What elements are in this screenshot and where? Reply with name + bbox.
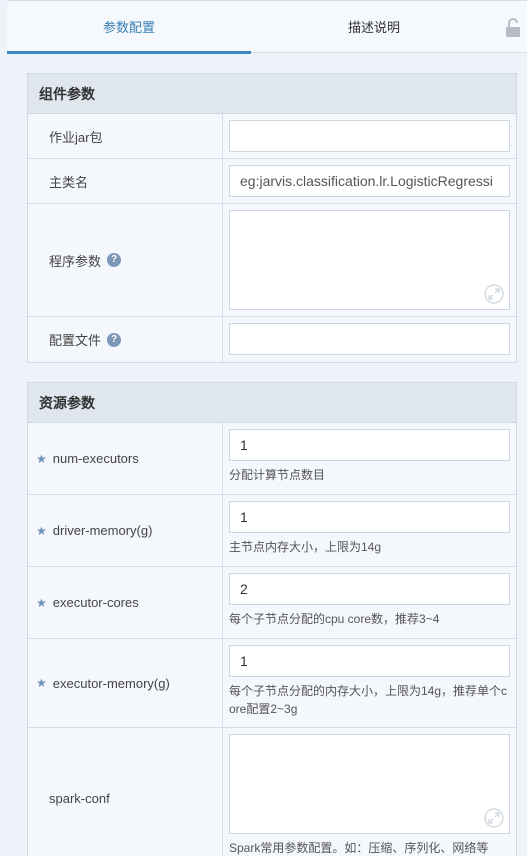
executor-memory-input[interactable]: 1 [229,645,510,677]
driver-memory-label: driver-memory(g) [52,523,153,538]
form-row-executor-memory: ★ executor-memory(g) 1 每个子节点分配的内存大小，上限为14… [28,639,516,728]
config-file-label: 配置文件 [49,333,102,348]
field-hint: Spark常用参数配置。如：压缩、序列化、网络等 [229,841,489,855]
config-file-input[interactable] [229,323,510,355]
resource-params-section: 资源参数 ★ num-executors 1 分配计算节点数目 ★ driver-m… [27,382,517,856]
unlock-icon[interactable] [505,18,521,38]
required-icon: ★ [36,523,47,538]
help-icon[interactable]: ? [107,332,122,347]
help-icon[interactable]: ? [107,253,122,267]
form-row-num-executors: ★ num-executors 1 分配计算节点数目 [28,423,516,495]
jar-label: 作业jar包 [49,129,103,145]
tab-bar: 参数配置 描述说明 [7,0,527,54]
num-executors-input[interactable]: 1 [229,429,510,461]
form-row-driver-memory: ★ driver-memory(g) 1 主节点内存大小，上限为14g [28,495,516,567]
required-icon: ★ [36,595,47,610]
form-row-program-args: 程序参数 ? [28,204,516,317]
form-row-config-file: 配置文件 ? [28,317,516,362]
field-hint: 主节点内存大小，上限为14g [229,540,382,554]
main-class-label: 主类名 [49,174,89,190]
required-icon: ★ [36,676,47,690]
form-row-spark-conf: spark-conf Spark常用参数配置。如：压缩、序列化、网络等 [28,728,516,856]
num-executors-label: num-executors [52,451,139,466]
executor-cores-input[interactable]: 2 [229,573,510,605]
program-args-textarea[interactable] [229,210,510,310]
tab-param-config[interactable]: 参数配置 [7,1,251,54]
expand-icon[interactable] [484,284,504,304]
spark-conf-label: spark-conf [49,790,110,806]
section-title: 资源参数 [28,383,516,423]
field-hint: 每个子节点分配的cpu core数，推荐3~4 [229,612,440,626]
spark-conf-textarea[interactable] [229,734,510,834]
jar-input[interactable] [229,120,510,152]
executor-cores-label: executor-cores [52,595,139,610]
executor-memory-label: executor-memory(g) [52,675,170,691]
required-icon: ★ [36,451,47,466]
main-class-input[interactable]: eg:jarvis.classification.lr.LogisticRegr… [229,165,510,197]
component-params-section: 组件参数 作业jar包 主类名 eg:jarvis.classification… [27,73,517,363]
section-title: 组件参数 [28,74,516,114]
tab-description[interactable]: 描述说明 [251,1,497,53]
form-row-main-class: 主类名 eg:jarvis.classification.lr.Logistic… [28,159,516,204]
program-args-label: 程序参数 [49,253,102,269]
driver-memory-input[interactable]: 1 [229,501,510,533]
field-hint: 每个子节点分配的内存大小，上限为14g，推荐单个c ore配置2~3g [229,684,508,716]
expand-icon[interactable] [484,808,504,828]
field-hint: 分配计算节点数目 [229,468,326,482]
form-row-jar: 作业jar包 [28,114,516,159]
form-row-executor-cores: ★ executor-cores 2 每个子节点分配的cpu core数，推荐3~… [28,567,516,639]
